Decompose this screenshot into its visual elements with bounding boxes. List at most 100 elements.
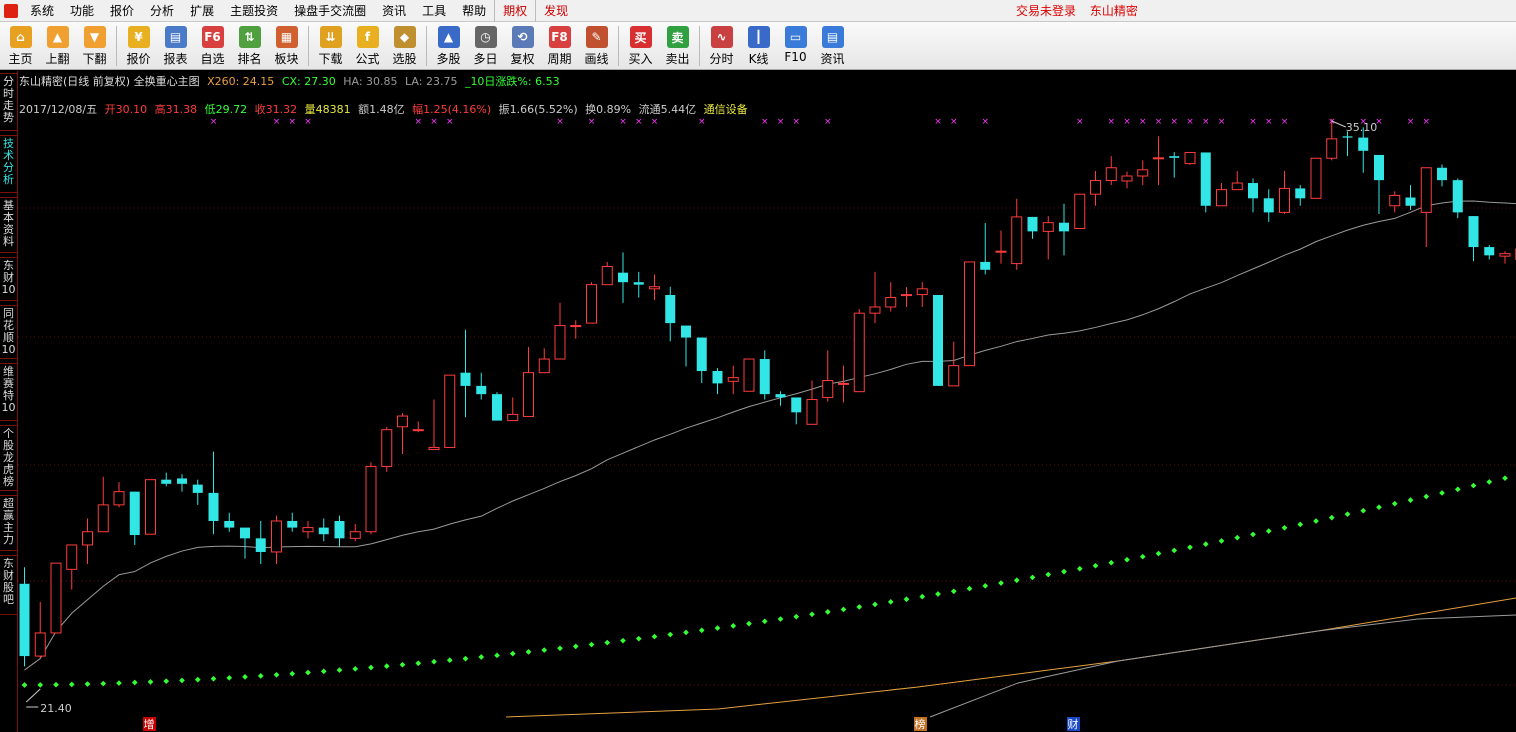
candle-body-down xyxy=(775,394,786,398)
toolbar-button-arrow-up[interactable]: ▲ 上翻 xyxy=(39,22,76,68)
block-icon: ▦ xyxy=(275,26,298,48)
toolbar-button-label: 买入 xyxy=(628,52,653,66)
signal-marker: × xyxy=(698,117,706,127)
toolbar-button-block[interactable]: ▦ 板块 xyxy=(268,22,305,68)
side-tab[interactable]: 分时走势 xyxy=(0,73,18,131)
side-tab[interactable]: 基本资料 xyxy=(0,197,18,253)
trend-dot xyxy=(100,680,107,687)
candle-body-up xyxy=(34,632,46,657)
trend-dot xyxy=(53,681,59,688)
toolbar-button-yen[interactable]: ¥ 报价 xyxy=(120,22,157,68)
toolbar-button-formula[interactable]: f 公式 xyxy=(349,22,386,68)
menu-item[interactable]: 系统 xyxy=(22,0,62,22)
signal-marker: × xyxy=(1249,117,1257,127)
candle-body-up xyxy=(145,479,156,535)
trend-dot xyxy=(809,611,815,618)
toolbar-button-restore[interactable]: ⟲ 复权 xyxy=(504,22,541,68)
candle-body-up xyxy=(113,491,125,506)
trend-dot xyxy=(1250,531,1256,538)
candle-body-down xyxy=(255,538,266,552)
toolbar-button-f10[interactable]: ▭ F10 xyxy=(777,22,814,68)
trend-dot xyxy=(320,668,327,675)
side-tab[interactable]: 维赛特 10 xyxy=(0,363,18,421)
toolbar-button-draw-line[interactable]: ✎ 画线 xyxy=(578,22,615,68)
kline-icon: ┃ xyxy=(747,26,770,48)
toolbar-button-label: 资讯 xyxy=(820,52,845,66)
toolbar-button-f6[interactable]: F6 自选 xyxy=(194,22,231,68)
trend-dot xyxy=(494,652,500,659)
candle-body-down xyxy=(759,359,770,395)
candle-body-up xyxy=(1326,138,1338,159)
menu-item[interactable]: 帮助 xyxy=(454,0,494,22)
trend-dot xyxy=(1171,547,1178,554)
toolbar-button-download[interactable]: ⇊ 下载 xyxy=(312,22,349,68)
toolbar-button-report[interactable]: ▤ 报表 xyxy=(157,22,194,68)
side-tabs: 分时走势技术分析基本资料东财 10 同花顺 10 维赛特 10 个股龙虎榜超赢主力东财股吧 xyxy=(0,71,18,732)
menu-item[interactable]: 报价 xyxy=(102,0,142,22)
trend-dot xyxy=(289,670,296,677)
candle-body-down xyxy=(318,527,329,535)
toolbar-button-clock[interactable]: ◷ 多日 xyxy=(467,22,504,68)
menu-item[interactable]: 扩展 xyxy=(182,0,222,22)
trend-dot xyxy=(509,650,516,657)
toolbar-button-label: 画线 xyxy=(584,52,609,66)
side-tab[interactable]: 同花顺 10 xyxy=(0,305,18,359)
trend-dot xyxy=(588,641,595,648)
toolbar-button-f8[interactable]: F8 周期 xyxy=(541,22,578,68)
menu-item[interactable]: 工具 xyxy=(414,0,454,22)
trend-dot xyxy=(777,616,784,622)
toolbar-button-timeshare[interactable]: ∿ 分时 xyxy=(703,22,740,68)
toolbar-button-multi-stock[interactable]: ▲ 多股 xyxy=(430,22,467,68)
f8-icon: F8 xyxy=(548,26,571,48)
side-tab[interactable]: 技术分析 xyxy=(0,135,18,193)
candle-body-down xyxy=(1295,188,1306,199)
trend-dot xyxy=(383,663,390,669)
min-price-label: 21.40 xyxy=(40,702,72,715)
toolbar-button-select-stock[interactable]: ◆ 选股 xyxy=(386,22,423,68)
trend-dot xyxy=(683,629,689,636)
toolbar-button-buy[interactable]: 买买入 xyxy=(622,22,659,68)
candle-body-up xyxy=(586,284,597,324)
side-tab[interactable]: 个股龙虎榜 xyxy=(0,425,18,491)
kline-chart[interactable]: × × × × × × × × × × × × × × × × × × × × × × × × × × × × × × × × × × × × ×35.… xyxy=(18,71,1516,732)
trend-dot xyxy=(1108,559,1115,566)
candle-body-up xyxy=(901,294,912,297)
toolbar-button-rank[interactable]: ⇅ 排名 xyxy=(231,22,268,68)
candle-body-up xyxy=(1420,167,1432,213)
side-tab[interactable]: 超赢主力 xyxy=(0,495,18,551)
candle-body-up xyxy=(365,465,377,533)
candle-body-down xyxy=(1027,216,1038,232)
menu-item[interactable]: 功能 xyxy=(62,0,102,22)
candle-body-up xyxy=(271,520,282,553)
menu-item[interactable]: 分析 xyxy=(142,0,182,22)
toolbar-button-kline[interactable]: ┃ K线 xyxy=(740,22,777,68)
rank-icon: ⇅ xyxy=(238,26,261,48)
signal-marker: × xyxy=(1265,117,1273,127)
trend-dot xyxy=(1139,553,1146,560)
login-status[interactable]: 交易未登录 xyxy=(1016,4,1076,18)
candle-body-up xyxy=(381,429,393,467)
trend-dot xyxy=(1029,574,1036,581)
signal-marker: × xyxy=(273,117,281,127)
app-logo-icon[interactable] xyxy=(0,0,22,22)
toolbar-button-news[interactable]: ▤ 资讯 xyxy=(814,22,851,68)
signal-marker: × xyxy=(761,117,769,127)
trend-dot xyxy=(1454,486,1461,493)
timeshare-icon: ∿ xyxy=(710,26,733,48)
menu-item-highlight[interactable]: 期权 xyxy=(494,0,535,22)
long-average-line-2 xyxy=(929,614,1516,718)
toolbar-button-arrow-down[interactable]: ▼ 下翻 xyxy=(76,22,113,68)
candle-body-up xyxy=(507,413,519,422)
menu-item[interactable]: 资讯 xyxy=(374,0,414,22)
candle-body-down xyxy=(161,479,172,484)
toolbar-button-sell[interactable]: 卖卖出 xyxy=(659,22,696,68)
side-tab[interactable]: 东财股吧 xyxy=(0,555,18,615)
menu-item[interactable]: 操盘手交流圈 xyxy=(286,0,374,22)
menu-item[interactable]: 主题投资 xyxy=(222,0,286,22)
side-tab[interactable]: 东财 10 xyxy=(0,257,18,301)
menu-item-highlight[interactable]: 发现 xyxy=(535,0,576,22)
toolbar-button-label: 多股 xyxy=(436,52,461,66)
trend-dot xyxy=(1234,534,1241,541)
toolbar-button-home[interactable]: ⌂ 主页 xyxy=(2,22,39,68)
candle-body-up xyxy=(727,377,739,382)
